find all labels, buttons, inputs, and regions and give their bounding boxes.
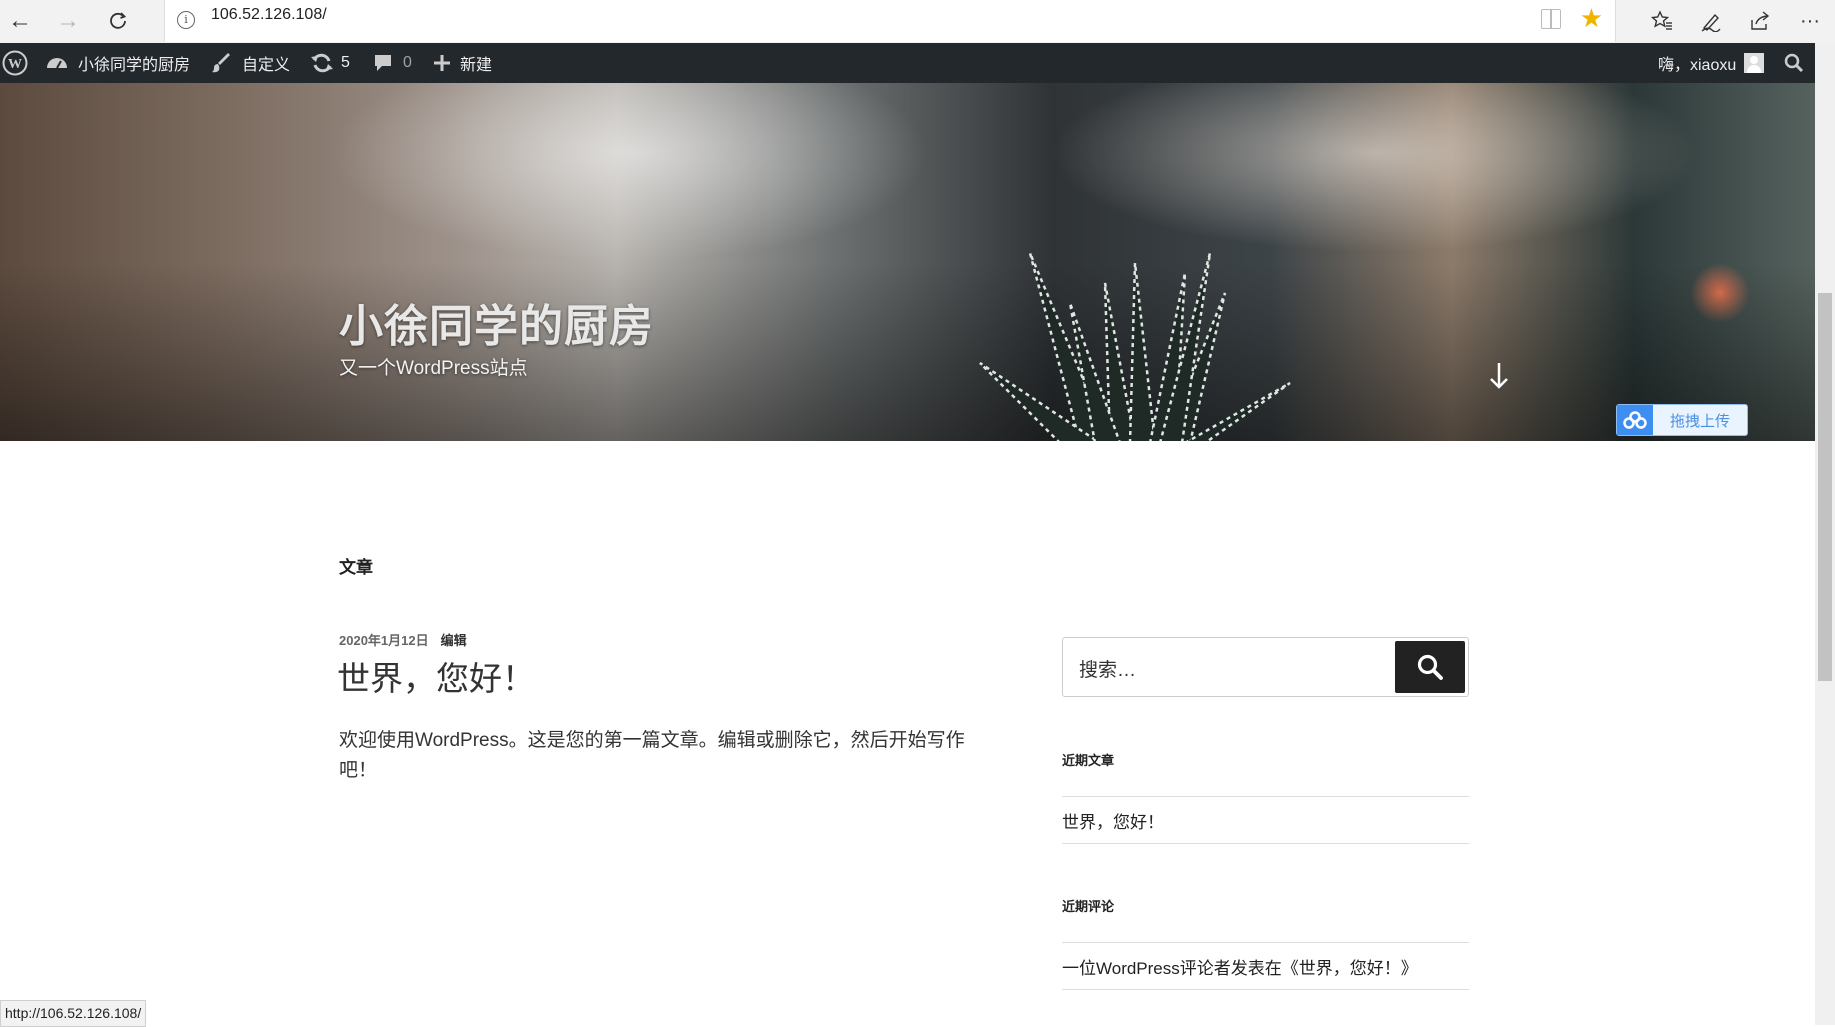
address-url[interactable]: 106.52.126.108/ [211, 6, 327, 24]
plus-icon [434, 55, 450, 71]
wordpress-logo-icon[interactable]: W [2, 43, 28, 83]
pen-notes-icon[interactable] [1691, 4, 1731, 38]
status-url: http://106.52.126.108/ [0, 1000, 147, 1027]
search-input[interactable]: 搜索… [1079, 655, 1136, 682]
search-button[interactable] [1395, 641, 1465, 693]
favorites-list-icon[interactable] [1642, 4, 1682, 38]
brush-icon [212, 53, 230, 73]
recent-posts-title: 近期文章 [1062, 753, 1115, 768]
updates-icon [311, 53, 333, 73]
adminbar-new[interactable]: 新建 [434, 43, 492, 83]
post-date[interactable]: 2020年1月12日 [339, 633, 429, 648]
comments-count: 0 [403, 54, 412, 71]
recent-comment-link[interactable]: 一位WordPress评论者发表在《世界，您好！》 [1062, 954, 1418, 979]
forward-icon[interactable]: → [48, 4, 88, 38]
arrow-down-icon[interactable] [1484, 355, 1514, 395]
post-meta: 2020年1月12日 编辑 [339, 630, 467, 649]
cloud-icon [1617, 405, 1653, 435]
divider [1062, 989, 1469, 990]
svg-text:W: W [8, 57, 22, 72]
scrollbar-thumb[interactable] [1818, 293, 1832, 681]
adminbar-customize-label: 自定义 [242, 57, 291, 74]
adminbar-site-label: 小徐同学的厨房 [78, 57, 191, 74]
header-image-highlight [330, 83, 930, 263]
share-icon[interactable] [1740, 4, 1780, 38]
recent-post-link[interactable]: 世界，您好！ [1062, 808, 1164, 833]
recent-comments-title: 近期评论 [1062, 899, 1115, 914]
browser-toolbar: ← → i 106.52.126.108/ ★ ··· [0, 0, 1835, 44]
greeting: 嗨，xiaoxu [1658, 57, 1737, 74]
refresh-icon[interactable] [98, 4, 138, 38]
adminbar-search-icon[interactable] [1784, 43, 1804, 83]
updates-count: 5 [341, 54, 350, 71]
divider [1062, 796, 1469, 797]
back-icon[interactable]: ← [0, 4, 40, 38]
adminbar-customize[interactable]: 自定义 [212, 43, 290, 83]
wp-admin-bar: W 小徐同学的厨房 自定义 5 0 新建 嗨，xiaoxu [0, 43, 1815, 83]
drag-upload-button[interactable]: 拖拽上传 [1616, 404, 1748, 436]
adminbar-comments[interactable]: 0 [373, 43, 412, 83]
comment-icon [375, 55, 391, 71]
dashboard-icon [47, 58, 67, 69]
post-title[interactable]: 世界，您好！ [337, 652, 535, 700]
divider [1062, 843, 1469, 844]
plant-image [979, 252, 1291, 441]
favorite-star-icon[interactable]: ★ [1580, 3, 1603, 34]
upload-label: 拖拽上传 [1669, 412, 1730, 430]
address-bar[interactable]: i 106.52.126.108/ ★ [164, 0, 1616, 42]
site-description: 又一个WordPress站点 [339, 358, 528, 379]
search-form: 搜索… [1062, 637, 1469, 697]
site-title[interactable]: 小徐同学的厨房 [339, 290, 654, 354]
header-image-shade [0, 263, 1815, 441]
adminbar-site-name[interactable]: 小徐同学的厨房 [46, 43, 190, 83]
header-image-highlight [1050, 83, 1700, 253]
site-header: 小徐同学的厨房 又一个WordPress站点 拖拽上传 [0, 83, 1815, 441]
adminbar-updates[interactable]: 5 [311, 43, 350, 83]
avatar [1744, 53, 1765, 73]
section-title: 文章 [339, 558, 373, 577]
post-excerpt: 欢迎使用WordPress。这是您的第一篇文章。编辑或删除它，然后开始写作吧！ [339, 730, 965, 781]
more-icon[interactable]: ··· [1790, 4, 1830, 38]
reading-view-icon[interactable] [1541, 9, 1561, 29]
search-icon [1417, 654, 1443, 680]
adminbar-new-label: 新建 [460, 57, 493, 74]
divider [1062, 942, 1469, 943]
post-edit-link[interactable]: 编辑 [441, 633, 467, 648]
adminbar-account[interactable]: 嗨，xiaoxu [1658, 43, 1765, 83]
site-info-icon[interactable]: i [177, 11, 195, 29]
page-scrollbar[interactable] [1815, 43, 1835, 1025]
